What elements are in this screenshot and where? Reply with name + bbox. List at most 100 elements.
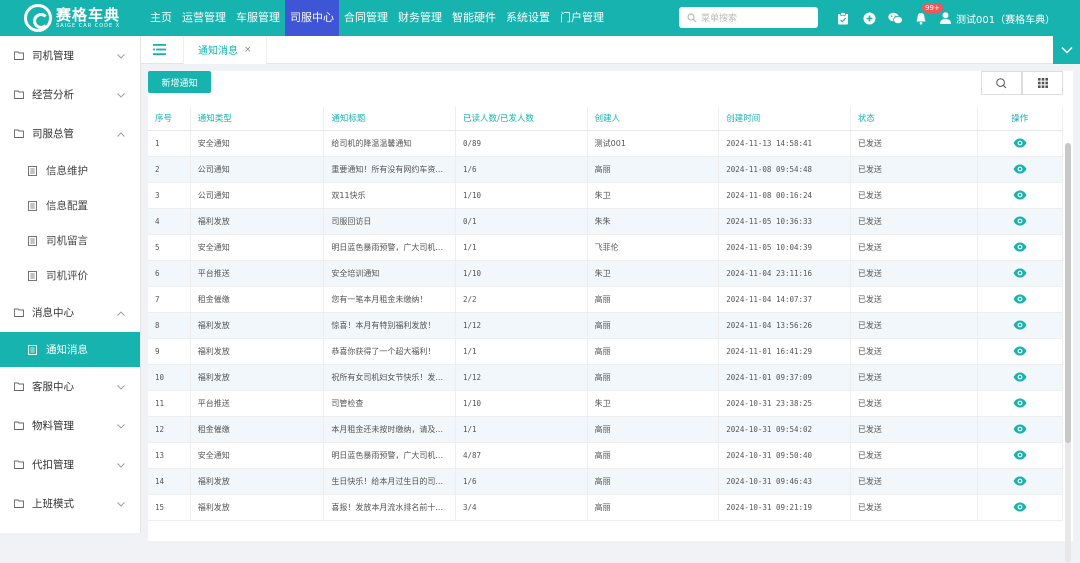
table-row: 13 安全通知 明日蓝色暴雨预警，广大司机... 4/87 高丽 2024-10-31 0… [148, 442, 1064, 469]
view-eye-icon[interactable] [1013, 398, 1027, 408]
table-cell: 2024-10-31 09:46:43 [718, 468, 851, 495]
view-eye-icon[interactable] [1013, 424, 1027, 434]
view-eye-icon[interactable] [1013, 190, 1027, 200]
table-cell: 3/4 [455, 494, 588, 521]
view-eye-icon[interactable] [1013, 138, 1027, 148]
table-cell: 0/1 [455, 208, 588, 235]
table-row: 11 平台推送 司管检查 1/10 朱卫 2024-10-31 23:38:25 已发送 [148, 390, 1064, 417]
view-eye-icon[interactable] [1013, 450, 1027, 460]
sidebar-group[interactable]: 上班模式 [0, 484, 140, 523]
sidebar-group[interactable]: 司机管理 [0, 36, 140, 75]
chevron-up-icon [117, 307, 125, 319]
wechat-icon[interactable] [882, 0, 908, 36]
row-actions [977, 442, 1064, 469]
table-cell: 福利发放 [190, 208, 325, 235]
nav-item[interactable]: 智能硬件 [447, 0, 501, 36]
sidebar-group-label: 代扣管理 [32, 459, 74, 471]
tab-close-icon[interactable]: × [244, 45, 252, 55]
view-eye-icon[interactable] [1013, 476, 1027, 486]
view-eye-icon[interactable] [1013, 216, 1027, 226]
table-row: 6 平台推送 安全培训通知 1/10 朱卫 2024-11-04 23:11:16 已发送 [148, 260, 1064, 287]
view-eye-icon[interactable] [1013, 268, 1027, 278]
logo-icon [24, 4, 52, 32]
nav-item[interactable]: 系统设置 [501, 0, 555, 36]
sidebar-group-label: 客服中心 [32, 381, 74, 393]
table-cell: 高丽 [587, 416, 720, 443]
sidebar-group-label: 上班模式 [32, 498, 74, 510]
column-header: 创建人 [587, 107, 720, 131]
row-actions [977, 286, 1064, 313]
table-row: 9 福利发放 恭喜你获得了一个超大福利！ 1/1 高丽 2024-11-01 16:41:… [148, 338, 1064, 365]
table-scrollbar[interactable] [1065, 143, 1071, 563]
brand-name: 赛格车典 [56, 5, 121, 24]
clipboard-icon[interactable] [830, 0, 856, 36]
view-eye-icon[interactable] [1013, 320, 1027, 330]
table-cell: 1/10 [455, 182, 588, 209]
sidebar-group[interactable]: 司服总管 [0, 114, 140, 153]
table-cell: 高丽 [587, 338, 720, 365]
top-navbar: 赛格车典 SAIGE CAR CODE X 主页 运营管理 车服管理 司服中心 合同管理… [0, 0, 1080, 36]
nav-item[interactable]: 主页 [145, 0, 177, 36]
nav-item[interactable]: 运营管理 [177, 0, 231, 36]
view-eye-icon[interactable] [1013, 242, 1027, 252]
table-cell: 1/10 [455, 390, 588, 417]
table-cell: 7 [148, 286, 191, 313]
table-cell: 安全通知 [190, 130, 325, 157]
notification-bell-icon[interactable]: 99+ [908, 0, 943, 36]
menu-search-input[interactable]: 菜单搜索 [679, 7, 818, 28]
table-cell: 15 [148, 494, 191, 521]
chevron-down-icon [117, 459, 125, 471]
sidebar-group[interactable]: 消息中心 [0, 293, 140, 332]
table-cell: 2024-10-31 09:54:02 [718, 416, 851, 443]
view-eye-icon[interactable] [1013, 294, 1027, 304]
menu-toggle-button[interactable] [141, 36, 177, 64]
table-cell: 安全培训通知 [323, 260, 456, 287]
view-eye-icon[interactable] [1013, 346, 1027, 356]
view-eye-icon[interactable] [1013, 372, 1027, 382]
column-header: 通知类型 [190, 107, 325, 131]
add-notification-button[interactable]: 新增通知 [148, 71, 211, 93]
table-cell: 已发送 [850, 442, 978, 469]
table-cell: 已发送 [850, 494, 978, 521]
row-actions [977, 260, 1064, 287]
search-toggle-button[interactable] [981, 71, 1022, 95]
user-menu[interactable]: 测试001（赛格车典） [940, 11, 1055, 26]
sidebar-group[interactable]: 客服中心 [0, 367, 140, 406]
sidebar-group-label: 经营分析 [32, 89, 74, 101]
folder-icon [14, 382, 24, 392]
table-cell: 福利发放 [190, 338, 325, 365]
columns-toggle-button[interactable] [1022, 71, 1063, 95]
tab-dropdown-button[interactable] [1053, 36, 1080, 64]
sidebar-item[interactable]: 司机留言 [0, 223, 140, 258]
sidebar-item[interactable]: 信息维护 [0, 153, 140, 188]
table-cell: 已发送 [850, 156, 978, 183]
table-cell: 12 [148, 416, 191, 443]
table-cell: 13 [148, 442, 191, 469]
nav-item[interactable]: 财务管理 [393, 0, 447, 36]
sidebar-group[interactable]: 代扣管理 [0, 445, 140, 484]
view-eye-icon[interactable] [1013, 164, 1027, 174]
add-circle-icon[interactable] [856, 0, 882, 36]
hamburger-icon [152, 44, 166, 55]
nav-item[interactable]: 司服中心 [285, 0, 339, 36]
table-cell: 已发送 [850, 260, 978, 287]
table-cell: 0/89 [455, 130, 588, 157]
view-eye-icon[interactable] [1013, 502, 1027, 512]
tab-notification-messages[interactable]: 通知消息 × [183, 35, 267, 64]
table-cell: 高丽 [587, 312, 720, 339]
sidebar-group[interactable]: 经营分析 [0, 75, 140, 114]
nav-item[interactable]: 合同管理 [339, 0, 393, 36]
table-cell: 朱朱 [587, 208, 720, 235]
table-cell: 2024-11-04 14:07:37 [718, 286, 851, 313]
sidebar-item[interactable]: 通知消息 [0, 332, 140, 367]
table-cell: 给司机的降温温馨通知 [323, 130, 456, 157]
table-row: 15 福利发放 喜报！发放本月流水排名前十... 3/4 高丽 2024-10-31 09… [148, 494, 1064, 521]
brand-logo[interactable]: 赛格车典 SAIGE CAR CODE X [0, 4, 145, 32]
nav-item[interactable]: 门户管理 [555, 0, 609, 36]
chevron-down-icon [117, 381, 125, 393]
nav-item[interactable]: 车服管理 [231, 0, 285, 36]
sidebar-item[interactable]: 司机评价 [0, 258, 140, 293]
sidebar-group[interactable]: 物料管理 [0, 406, 140, 445]
sidebar-item[interactable]: 信息配置 [0, 188, 140, 223]
table-cell: 生日快乐！给本月过生日的司... [323, 468, 456, 495]
